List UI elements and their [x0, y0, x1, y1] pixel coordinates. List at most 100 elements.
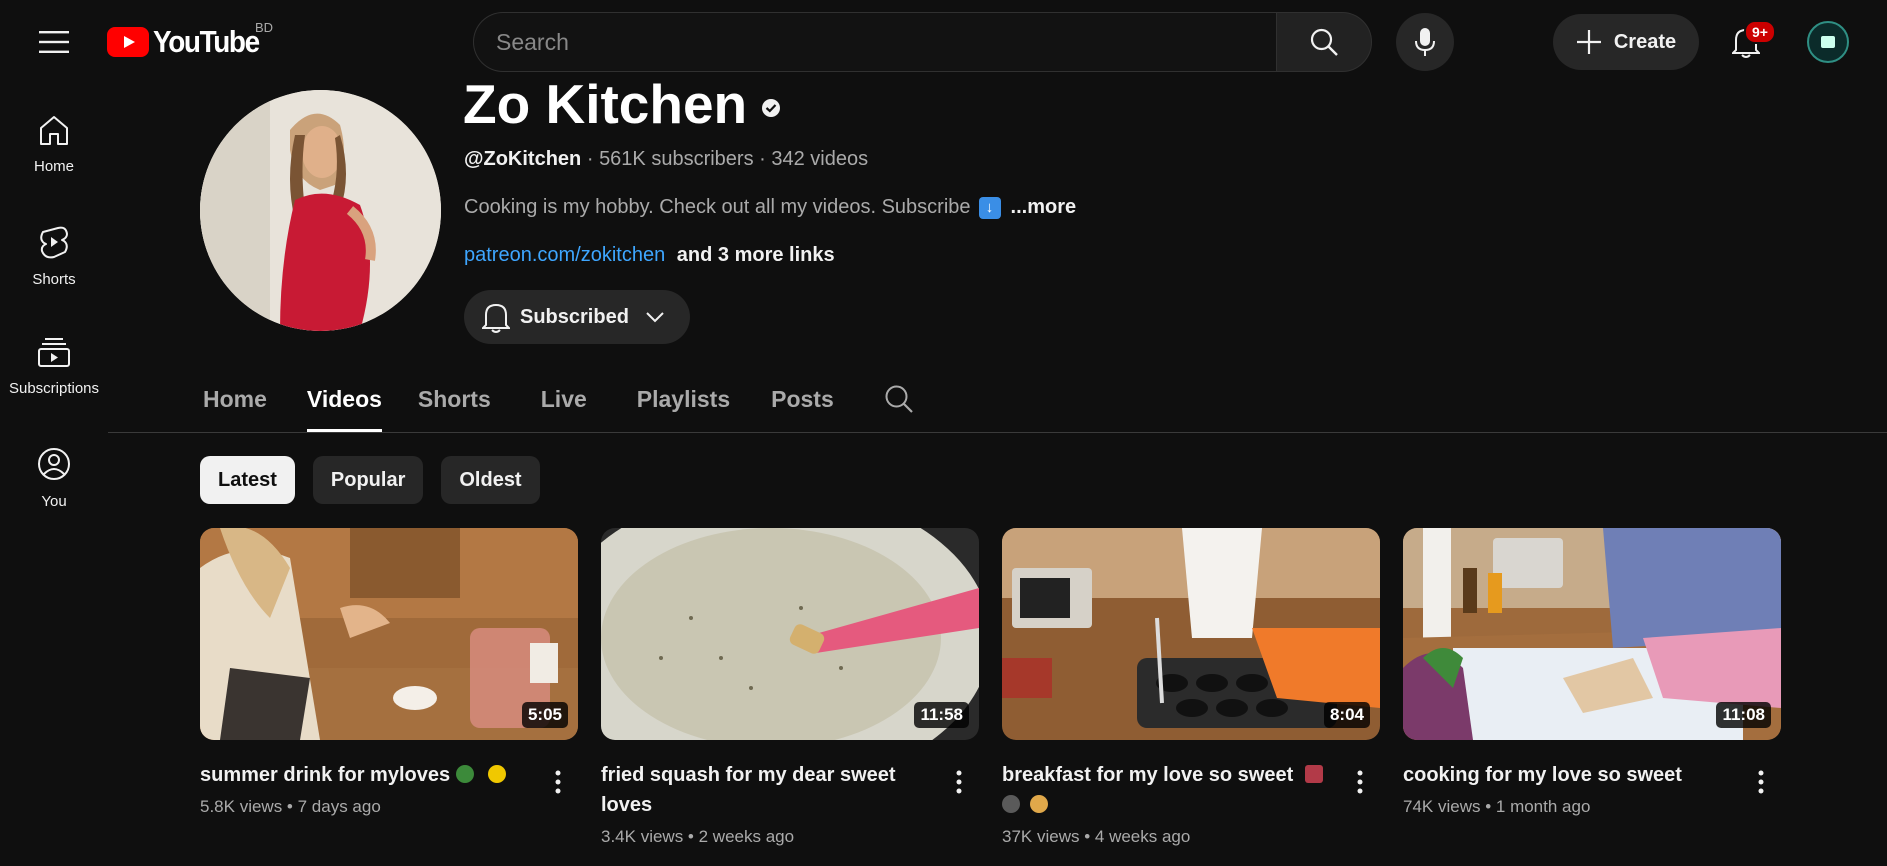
more-options-icon[interactable] [546, 762, 570, 802]
country-code: BD [255, 20, 274, 35]
search-input[interactable] [473, 12, 1276, 72]
search-button[interactable] [1276, 12, 1372, 72]
description-more-link[interactable]: ...more [1011, 196, 1077, 219]
chip-popular[interactable]: Popular [312, 456, 424, 504]
search-bar [473, 12, 1372, 72]
video-title[interactable]: breakfast for my love so sweet [1002, 760, 1334, 820]
video-title-text: breakfast for my love so sweet [1002, 764, 1294, 786]
video-duration: 5:05 [521, 702, 568, 728]
frying-pan-emoji-icon [1002, 795, 1020, 813]
video-thumbnail[interactable]: 11:58 [601, 528, 979, 740]
video-meta: 3.4K views • 2 weeks ago [601, 827, 795, 846]
video-card[interactable]: 8:04 breakfast for my love so sweet 37K … [1002, 528, 1380, 847]
avatar-glyph [1821, 36, 1835, 48]
video-age: 1 month ago [1495, 797, 1591, 816]
chip-latest[interactable]: Latest [200, 456, 295, 504]
bell-icon [482, 303, 510, 333]
channel-search-button[interactable] [884, 384, 914, 414]
video-age: 7 days ago [297, 797, 381, 816]
more-options-icon[interactable] [1348, 762, 1372, 802]
side-nav: Home Shorts Subscriptions You [0, 100, 108, 544]
sidebar-item-label: Subscriptions [8, 380, 100, 397]
youtube-logo[interactable]: YouTube BD [107, 20, 273, 60]
microphone-icon [1415, 28, 1435, 56]
video-thumbnail[interactable]: 11:08 [1403, 528, 1781, 740]
logo-wordmark: YouTube [153, 24, 260, 59]
sort-chips: Latest Popular Oldest [200, 456, 540, 504]
meta-separator: · [759, 148, 772, 170]
channel-avatar[interactable] [200, 90, 441, 331]
more-links[interactable]: and 3 more links [677, 244, 835, 266]
patreon-link[interactable]: patreon.com/zokitchen [464, 244, 665, 266]
video-duration: 11:08 [1716, 702, 1771, 728]
chip-oldest[interactable]: Oldest [441, 456, 540, 504]
menu-icon[interactable] [30, 22, 78, 62]
account-avatar[interactable] [1807, 21, 1849, 63]
video-views: 37K views [1002, 827, 1080, 846]
verified-icon [762, 99, 781, 117]
create-button[interactable]: Create [1553, 14, 1699, 70]
tab-home[interactable]: Home [203, 378, 267, 432]
video-age: 4 weeks ago [1094, 827, 1191, 846]
herb-emoji-icon [456, 765, 475, 783]
tab-live[interactable]: Live [541, 378, 587, 432]
down-arrow-icon: ↓ [978, 196, 1001, 219]
sidebar-item-subscriptions[interactable]: Subscriptions [0, 322, 108, 433]
more-options-icon[interactable] [947, 762, 971, 802]
video-card[interactable]: 11:08 cooking for my love so sweet 74K v… [1403, 528, 1781, 817]
channel-links: patreon.com/zokitchen and 3 more links [464, 244, 835, 267]
create-label: Create [1613, 30, 1677, 53]
video-views: 74K views [1403, 797, 1481, 816]
video-title[interactable]: cooking for my love so sweet [1403, 760, 1735, 790]
tab-posts[interactable]: Posts [771, 378, 834, 432]
video-views: 3.4K views [601, 827, 684, 846]
video-title-text: summer drink for myloves [200, 764, 451, 786]
video-meta: 74K views • 1 month ago [1403, 797, 1591, 816]
voice-search-button[interactable] [1396, 13, 1454, 71]
video-card[interactable]: 5:05 summer drink for myloves 5.8K views… [200, 528, 578, 817]
channel-title: Zo Kitchen [463, 72, 781, 136]
video-count: 342 videos [771, 148, 869, 170]
channel-name: Zo Kitchen [463, 73, 748, 135]
channel-description: Cooking is my hobby. Check out all my vi… [464, 196, 1076, 219]
sidebar-item-shorts[interactable]: Shorts [0, 211, 108, 322]
subscribed-button[interactable]: Subscribed [464, 290, 690, 344]
youtube-play-icon [107, 27, 149, 57]
subscriber-count: 561K subscribers [599, 148, 754, 170]
sidebar-item-label: You [41, 493, 67, 510]
notification-badge: 9+ [1744, 20, 1776, 44]
meta-separator: · [586, 148, 600, 170]
shorts-icon [40, 226, 68, 259]
chevron-down-icon [646, 312, 664, 323]
top-bar: YouTube BD Create 9+ [0, 0, 1887, 84]
video-age: 2 weeks ago [698, 827, 795, 846]
subscriptions-icon [38, 338, 70, 367]
video-thumbnail[interactable]: 5:05 [200, 528, 578, 740]
video-thumbnail[interactable]: 8:04 [1002, 528, 1380, 740]
you-icon [38, 448, 70, 480]
bacon-emoji-icon [1305, 765, 1324, 783]
video-meta: 5.8K views • 7 days ago [200, 797, 381, 816]
video-title[interactable]: summer drink for myloves [200, 760, 532, 790]
search-icon [885, 385, 913, 413]
sidebar-item-you[interactable]: You [0, 433, 108, 544]
sidebar-item-label: Shorts [32, 271, 76, 288]
sidebar-item-home[interactable]: Home [0, 100, 108, 211]
channel-handle: @ZoKitchen [464, 148, 582, 170]
pancake-emoji-icon [1030, 795, 1048, 813]
home-icon [40, 116, 68, 145]
video-title[interactable]: fried squash for my dear sweet loves [601, 760, 933, 820]
video-duration: 8:04 [1323, 702, 1370, 728]
channel-tabs: Home Videos Shorts Live Playlists Posts [203, 378, 834, 432]
tab-videos[interactable]: Videos [306, 378, 382, 432]
plus-icon [1576, 30, 1601, 54]
tabs-divider [108, 432, 1887, 433]
video-card[interactable]: 11:58 fried squash for my dear sweet lov… [601, 528, 979, 847]
channel-meta: @ZoKitchen · 561K subscribers · 342 vide… [464, 148, 868, 171]
more-options-icon[interactable] [1749, 762, 1773, 802]
tab-shorts[interactable]: Shorts [418, 378, 491, 432]
search-icon [1310, 28, 1338, 56]
video-meta: 37K views • 4 weeks ago [1002, 827, 1191, 846]
video-duration: 11:58 [914, 702, 969, 728]
tab-playlists[interactable]: Playlists [637, 378, 730, 432]
